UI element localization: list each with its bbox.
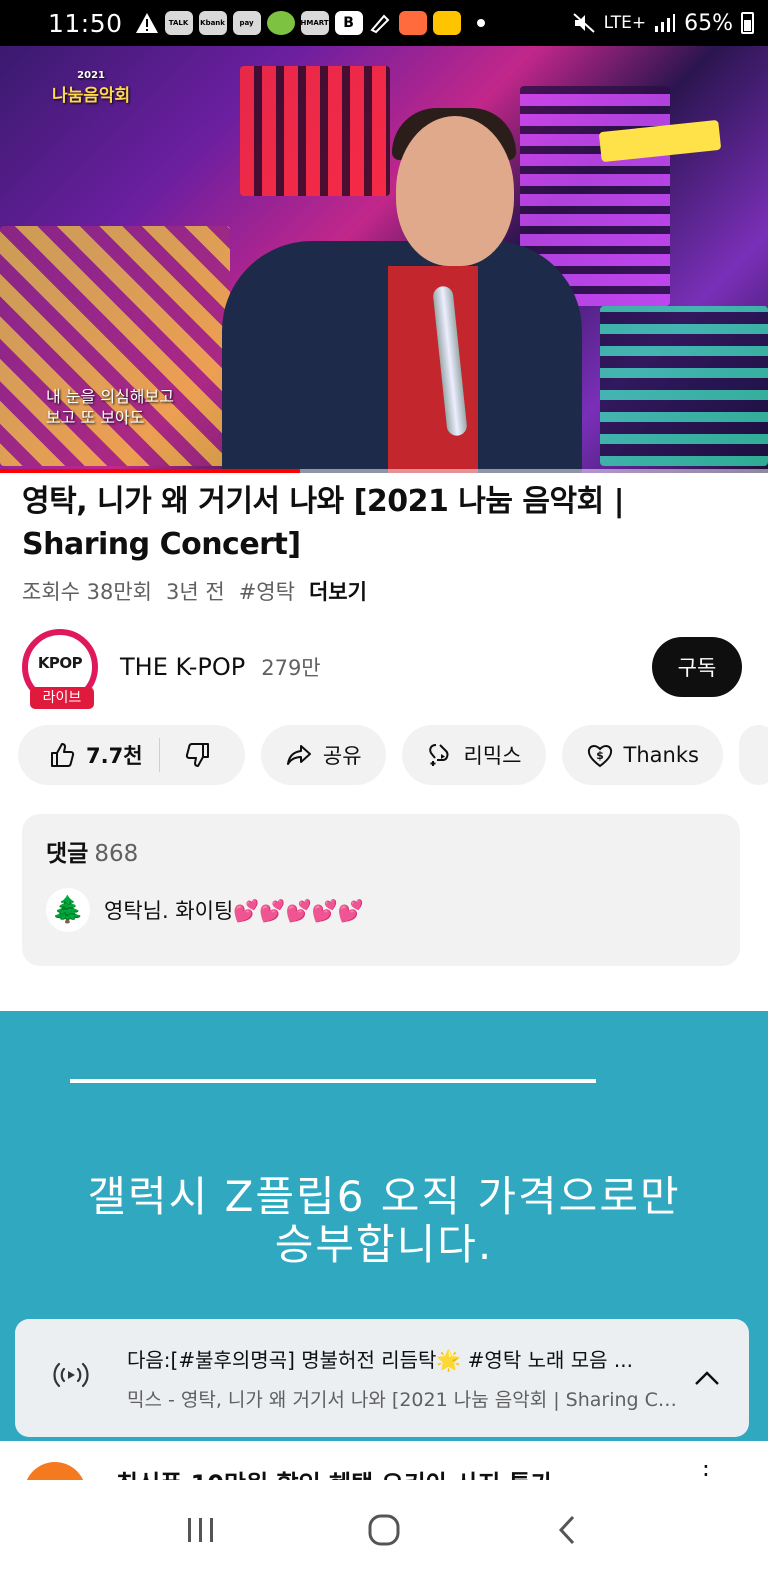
home-button[interactable] — [354, 1500, 414, 1560]
like-dislike-group: 7.7천 — [18, 725, 245, 785]
comments-card[interactable]: 댓글 868 🌲 영탁님. 화이팅💕💕💕💕💕 — [22, 814, 740, 966]
subtitle-line-1: 내 눈을 의심해보고 — [46, 387, 174, 406]
remix-button[interactable]: 리믹스 — [401, 725, 546, 785]
thumbs-down-icon[interactable] — [184, 741, 212, 769]
broadcast-logo-year: 2021 — [77, 70, 106, 81]
subscriber-count: 279만 — [261, 656, 321, 680]
feed-item-avatar — [24, 1462, 86, 1480]
share-icon — [286, 745, 311, 765]
next-up-card[interactable]: 다음:[#불후의명곡] 명불허전 리듬탁🌟 #영탁 노래 모음 ... 믹스 -… — [15, 1319, 749, 1437]
hmart-icon: HMART — [301, 11, 329, 35]
b-icon: B — [334, 11, 363, 35]
top-comment: 🌲 영탁님. 화이팅💕💕💕💕💕 — [46, 888, 716, 932]
hashtag-link[interactable]: #영탁 — [239, 576, 295, 606]
ad-divider-line — [70, 1079, 596, 1083]
more-button[interactable]: 더보기 — [309, 576, 367, 606]
like-divider — [158, 738, 160, 772]
back-icon — [558, 1515, 574, 1544]
view-count: 조회수 38만회 — [22, 580, 152, 604]
thumbs-up-icon[interactable] — [48, 741, 76, 769]
broadcast-logo: 2021 나눔음악회 — [52, 70, 130, 106]
share-button[interactable]: 공유 — [260, 725, 386, 785]
recent-apps-icon — [188, 1517, 214, 1542]
video-title[interactable]: 영탁, 니가 왜 거기서 나와 [2021 나눔 음악회 | Sharing C… — [22, 480, 732, 566]
system-nav-bar — [0, 1480, 768, 1579]
home-icon — [368, 1514, 400, 1545]
video-subtitle: 내 눈을 의심해보고 보고 또 보아도 — [46, 386, 174, 428]
channel-avatar-text: KPOP — [37, 654, 83, 672]
battery-percent: 65% — [684, 10, 733, 36]
comments-count: 868 — [94, 841, 139, 867]
led-panel — [600, 306, 768, 466]
next-up-texts: 다음:[#불후의명곡] 명불허전 리듬탁🌟 #영탁 노래 모음 ... 믹스 -… — [127, 1344, 677, 1412]
more-actions-chip[interactable] — [738, 725, 768, 785]
upload-age: 3년 전 — [166, 580, 225, 604]
video-progress-fill — [0, 469, 300, 473]
action-row: 7.7천 공유 리믹스 $ Thanks — [18, 725, 768, 785]
battery-icon — [741, 12, 754, 34]
edit-icon — [369, 14, 389, 34]
thanks-button[interactable]: $ Thanks — [561, 725, 723, 785]
video-player[interactable]: 2021 나눔음악회 내 눈을 의심해보고 보고 또 보아도 — [0, 46, 768, 473]
talk-icon: TALK — [164, 11, 193, 35]
network-label: LTE+ — [603, 13, 647, 33]
subtitle-line-2: 보고 또 보아도 — [46, 408, 145, 427]
led-panel — [240, 66, 390, 196]
notification-icons: TALK Kbank pay HMART B — [135, 11, 495, 35]
singer-face — [396, 116, 514, 266]
remix-label: 리믹스 — [463, 744, 522, 768]
next-feed-item[interactable]: 최신폰 10만원 할인 혜택 오키아 사지 특가 ⋮ — [0, 1450, 768, 1480]
more-notifications-dot — [476, 19, 485, 27]
status-time: 11:50 — [48, 8, 123, 38]
feed-item-title: 최신폰 10만원 할인 혜택 오키아 사지 특가 — [116, 1464, 553, 1480]
back-button[interactable] — [537, 1500, 597, 1560]
next-up-subtitle: 믹스 - 영탁, 니가 왜 거기서 나와 [2021 나눔 음악회 | Shar… — [127, 1389, 677, 1411]
svg-text:$: $ — [596, 749, 604, 762]
channel-name[interactable]: THE K-POP — [120, 653, 245, 681]
comments-label: 댓글 — [46, 841, 89, 867]
orange-app-icon — [398, 11, 427, 35]
channel-row: KPOP 라이브 THE K-POP 279만 구독 — [22, 628, 742, 709]
comment-text: 영탁님. 화이팅💕💕💕💕💕 — [104, 899, 365, 923]
heart-dollar-icon: $ — [587, 745, 612, 768]
remix-icon — [428, 744, 448, 766]
broadcast-icon — [49, 1360, 93, 1396]
more-vert-icon[interactable]: ⋮ — [694, 1460, 718, 1480]
status-bar: 11:50 TALK Kbank pay HMART B LTE+ 65% — [0, 0, 768, 46]
channel-avatar[interactable]: KPOP 라이브 — [22, 629, 98, 709]
like-count[interactable]: 7.7천 — [86, 740, 143, 770]
green-app-icon — [266, 11, 295, 35]
chevron-up-icon[interactable] — [685, 1356, 729, 1400]
comments-header: 댓글 868 — [46, 834, 716, 868]
commenter-avatar: 🌲 — [46, 888, 90, 932]
signal-icon — [655, 14, 676, 32]
ad-text-line-2: 승부합니다. — [274, 1220, 494, 1269]
video-progress-bar[interactable] — [0, 469, 768, 473]
share-label: 공유 — [322, 744, 362, 768]
ad-text-line-1: 갤럭시 Z플립6 오직 가격으로만 — [87, 1172, 681, 1221]
led-panel — [0, 226, 230, 466]
pay-icon: pay — [232, 11, 261, 35]
status-right: LTE+ 65% — [572, 11, 754, 36]
next-up-title: 다음:[#불후의명곡] 명불허전 리듬탁🌟 #영탁 노래 모음 ... — [127, 1348, 633, 1372]
recent-apps-button[interactable] — [171, 1500, 231, 1560]
video-meta[interactable]: 조회수 38만회 3년 전 #영탁 더보기 — [22, 576, 367, 606]
broadcast-logo-text: 나눔음악회 — [52, 86, 131, 106]
kbank-icon: Kbank — [198, 11, 227, 35]
alert-icon — [135, 13, 158, 33]
live-badge: 라이브 — [30, 687, 94, 709]
yellow-app-icon — [432, 11, 461, 35]
mute-icon — [572, 13, 595, 33]
thanks-label: Thanks — [623, 743, 699, 767]
subscribe-button[interactable]: 구독 — [652, 637, 742, 697]
ad-text: 갤럭시 Z플립6 오직 가격으로만 승부합니다. — [0, 1173, 768, 1269]
